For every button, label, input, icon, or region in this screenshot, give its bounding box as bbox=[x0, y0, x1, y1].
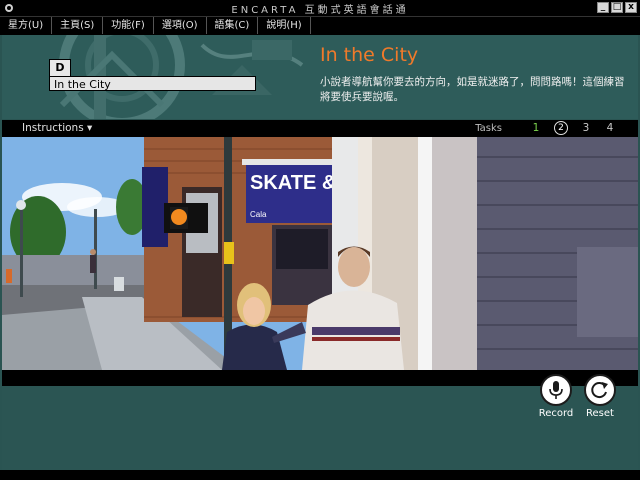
menu-item-home[interactable]: 星方(U) bbox=[6, 17, 53, 34]
menu-item-options[interactable]: 選項(O) bbox=[160, 17, 207, 34]
record-button[interactable] bbox=[540, 374, 572, 406]
controls-panel: Record Reset bbox=[2, 374, 638, 470]
girl-figure bbox=[222, 324, 287, 370]
task-4-button[interactable]: 4 bbox=[598, 122, 622, 134]
microphone-icon bbox=[549, 381, 563, 399]
lesson-badge: D bbox=[49, 59, 71, 77]
menu-item-main[interactable]: 主頁(S) bbox=[58, 17, 104, 34]
reset-control: Reset bbox=[575, 374, 625, 419]
store-sign-text: SKATE & bbox=[250, 172, 336, 194]
task-2-button[interactable]: 2 bbox=[554, 121, 568, 135]
window-title: ENCARTA 互動式英語會話通 bbox=[231, 5, 409, 16]
chevron-down-icon: ▾ bbox=[87, 122, 93, 134]
lesson-name-field: In the City bbox=[49, 76, 256, 91]
menu-item-functions[interactable]: 功能(F) bbox=[109, 17, 154, 34]
task-toolbar: Instructions ▾ Tasks 1 2 3 4 bbox=[2, 120, 638, 137]
record-control: Record bbox=[531, 374, 581, 419]
title-bar: ENCARTA 互動式英語會話通 _ □ x bbox=[0, 0, 640, 16]
reset-icon bbox=[591, 382, 608, 399]
minimize-button[interactable]: _ bbox=[597, 2, 609, 13]
reset-label: Reset bbox=[586, 408, 614, 419]
task-3-button[interactable]: 3 bbox=[574, 122, 598, 134]
instructions-dropdown[interactable]: Instructions ▾ bbox=[22, 122, 92, 134]
menu-item-help[interactable]: 說明(H) bbox=[264, 17, 311, 34]
menu-item-vocabulary[interactable]: 語集(C) bbox=[213, 17, 259, 34]
store-sign-subtext: Cala bbox=[250, 210, 267, 219]
record-label: Record bbox=[538, 408, 574, 419]
close-button[interactable]: x bbox=[625, 2, 637, 13]
task-1-button[interactable]: 1 bbox=[524, 122, 548, 134]
lesson-description: 小說者導航幫你要去的方向，如是就迷路了，問問路嗎！這個練習將要使兵要說喔。 bbox=[320, 76, 625, 103]
instructions-label: Instructions bbox=[22, 122, 84, 134]
lesson-header: D In the City In the City 小說者導航幫你要去的方向，如… bbox=[2, 35, 638, 119]
city-street-scene: SKATE & Cala bbox=[2, 137, 638, 370]
menu-bar: 星方(U) 主頁(S) 功能(F) 選項(O) 語集(C) 說明(H) bbox=[0, 16, 640, 35]
scene-video: SKATE & Cala bbox=[2, 137, 638, 370]
app-window: ENCARTA 互動式英語會話通 _ □ x 星方(U) 主頁(S) 功能(F)… bbox=[0, 0, 640, 480]
tasks-label: Tasks bbox=[475, 122, 502, 134]
task-selector: Tasks 1 2 3 4 bbox=[475, 121, 622, 135]
maximize-button[interactable]: □ bbox=[611, 2, 623, 13]
window-footer bbox=[0, 470, 640, 480]
lesson-title: In the City bbox=[320, 44, 419, 66]
reset-button[interactable] bbox=[584, 374, 616, 406]
